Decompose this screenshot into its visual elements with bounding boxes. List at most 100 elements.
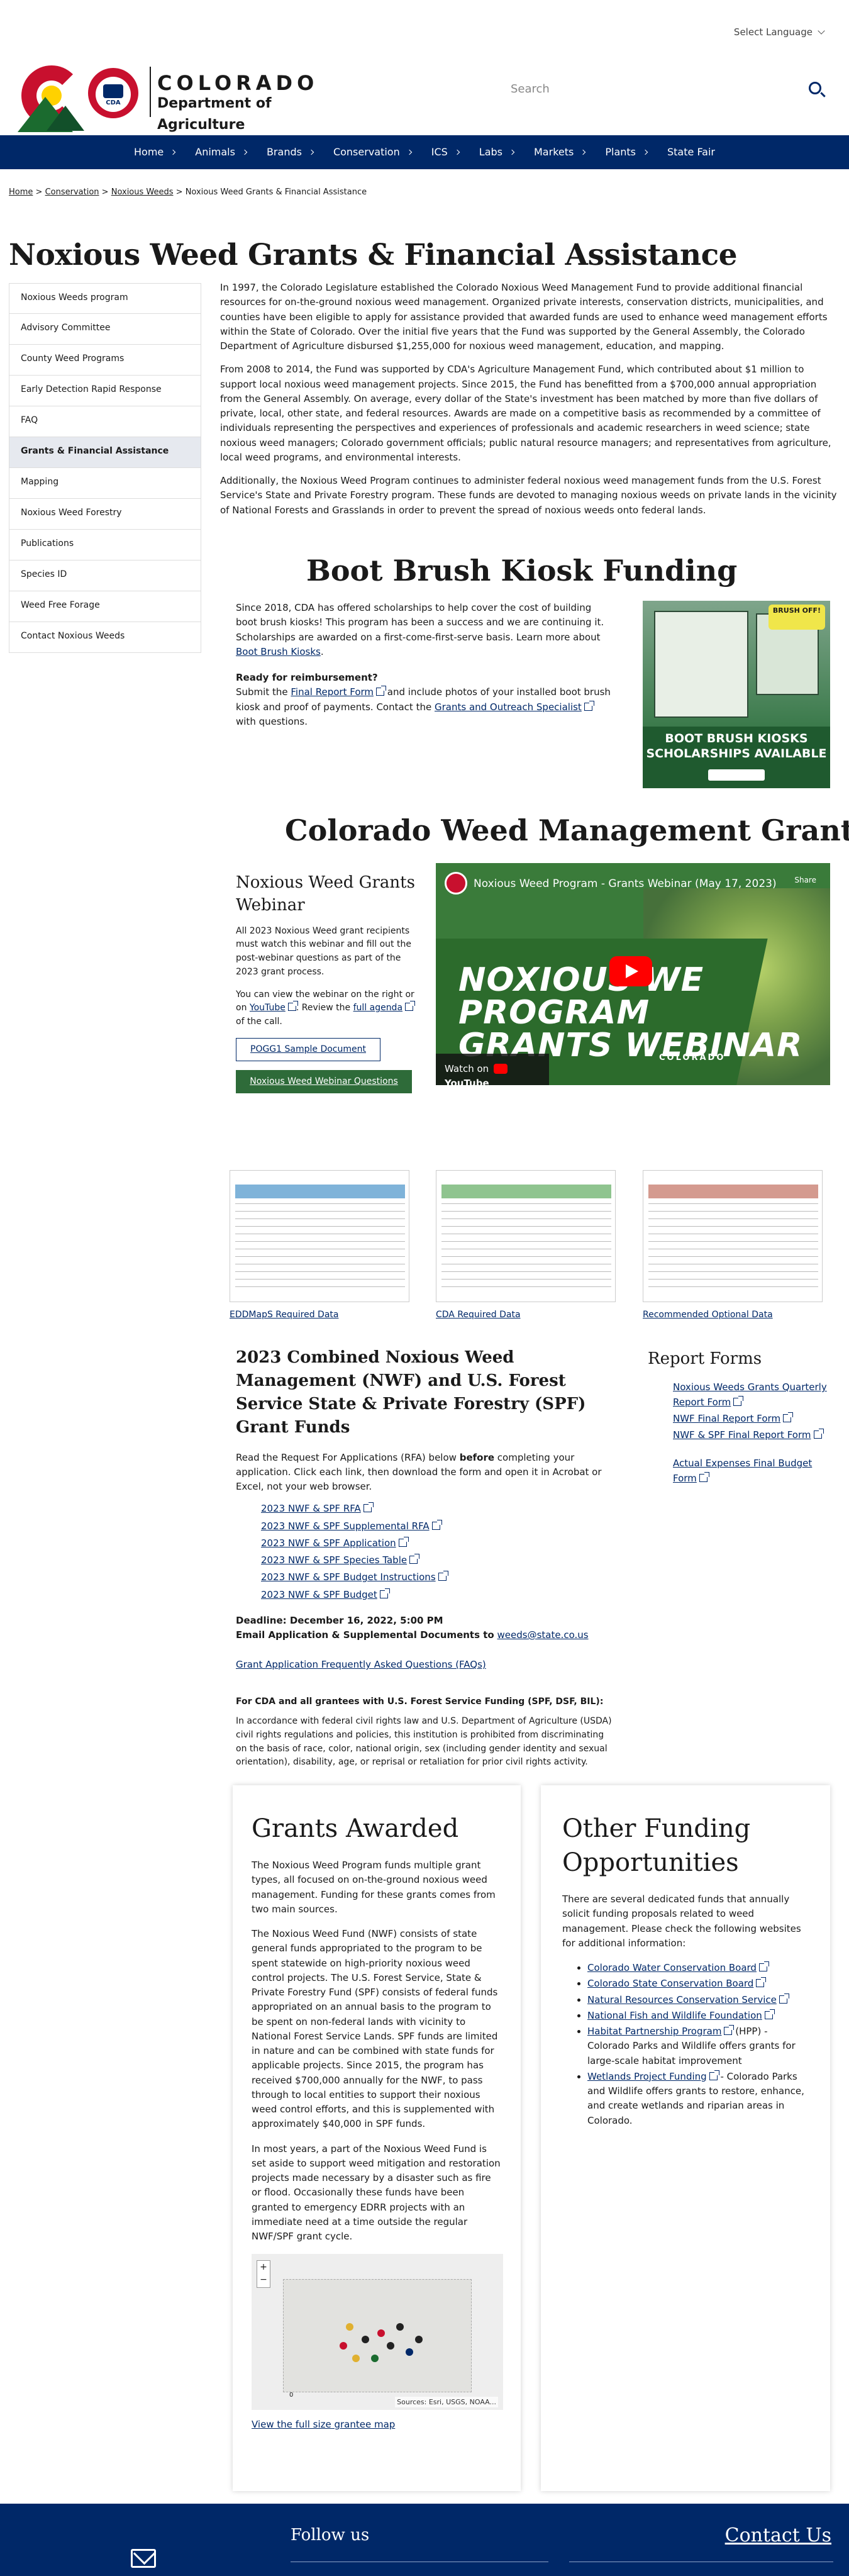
breadcrumb-home[interactable]: Home xyxy=(9,187,33,197)
nav-item-markets[interactable]: Markets xyxy=(524,145,595,160)
nav-item-labs[interactable]: Labs xyxy=(469,145,524,160)
site-footer: Follow us Contact Us xyxy=(0,2504,849,2576)
breadcrumb-conservation[interactable]: Conservation xyxy=(45,187,99,197)
chevron-right-icon xyxy=(170,149,176,155)
share-button[interactable]: Share xyxy=(794,874,816,886)
rfa-document-link[interactable]: 2023 NWF & SPF Species Table xyxy=(261,1554,420,1566)
contact-us-link[interactable]: Contact Us xyxy=(725,2521,831,2551)
grantee-map[interactable]: + − Sources: Esri, USGS, NOAA... 0 xyxy=(252,2254,503,2411)
external-link-icon xyxy=(379,1588,390,1598)
sidebar-item-noxious-weed-forestry[interactable]: Noxious Weed Forestry xyxy=(9,499,201,530)
rfa-document-link[interactable]: 2023 NWF & SPF Application xyxy=(261,1536,409,1549)
search-box[interactable]: Search xyxy=(497,74,830,106)
external-link-icon xyxy=(764,2009,775,2019)
video-title[interactable]: Noxious Weed Program - Grants Webinar (M… xyxy=(474,876,777,892)
intro-section: In 1997, the Colorado Legislature establ… xyxy=(220,282,837,516)
play-icon[interactable] xyxy=(609,956,652,986)
language-selector[interactable]: Select Language xyxy=(734,25,825,40)
sidebar-item-weed-free-forage[interactable]: Weed Free Forage xyxy=(9,591,201,622)
nav-item-state-fair[interactable]: State Fair xyxy=(657,145,725,160)
data-template-thumbnail[interactable] xyxy=(436,1170,616,1302)
external-link-icon xyxy=(813,1429,824,1439)
funding-source-link[interactable]: Colorado Water Conservation Board xyxy=(587,1961,769,1973)
external-link-icon xyxy=(584,700,594,711)
cwmg-heading: Colorado Weed Management Grants xyxy=(285,813,849,847)
rfa-document-link[interactable]: 2023 NWF & SPF Supplemental RFA xyxy=(261,1519,442,1532)
nav-item-plants[interactable]: Plants xyxy=(595,145,657,160)
funding-source-link[interactable]: Wetlands Project Funding xyxy=(587,2070,719,2082)
breadcrumb: Home > Conservation > Noxious Weeds > No… xyxy=(9,187,367,197)
list-item: Noxious Weeds Grants Quarterly Report Fo… xyxy=(673,1380,836,1410)
map-attribution: Sources: Esri, USGS, NOAA... xyxy=(395,2397,498,2408)
sidebar-item-publications[interactable]: Publications xyxy=(9,530,201,560)
chevron-right-icon xyxy=(642,149,648,155)
nav-item-brands[interactable]: Brands xyxy=(257,145,323,160)
rfa-document-link[interactable]: 2023 NWF & SPF Budget xyxy=(261,1588,390,1600)
report-form-link[interactable]: NWF Final Report Form xyxy=(673,1412,794,1424)
sidebar-item-species-id[interactable]: Species ID xyxy=(9,560,201,591)
report-form-link[interactable]: NWF & SPF Final Report Form xyxy=(673,1429,824,1441)
webinar-questions-button[interactable]: Noxious Weed Webinar Questions xyxy=(236,1070,412,1094)
sidebar-item-county-weed-programs[interactable]: County Weed Programs xyxy=(9,345,201,376)
pogg1-sample-button[interactable]: POGG1 Sample Document xyxy=(236,1037,380,1062)
nav-item-conservation[interactable]: Conservation xyxy=(323,145,421,160)
boot-brush-kiosks-link[interactable]: Boot Brush Kiosks xyxy=(236,646,321,657)
nav-item-home[interactable]: Home xyxy=(124,145,185,160)
list-item: NWF & SPF Final Report Form xyxy=(673,1428,836,1442)
data-template-link[interactable]: EDDMapS Required Data xyxy=(230,1308,338,1322)
webinar-title: Noxious Weed Grants Webinar xyxy=(236,873,415,915)
external-link-icon xyxy=(398,1536,409,1547)
cda-logo[interactable]: CDA COLORADO Department of Agriculture xyxy=(18,62,345,133)
data-template-thumbnail[interactable] xyxy=(643,1170,823,1302)
external-link-icon xyxy=(756,1977,767,1988)
funding-source-link[interactable]: Natural Resources Conservation Service xyxy=(587,1993,789,2005)
rfa-document-link[interactable]: 2023 NWF & SPF Budget Instructions xyxy=(261,1571,448,1583)
list-item: Habitat Partnership Program (HPP) - Colo… xyxy=(587,2024,809,2068)
sidebar-item-mapping[interactable]: Mapping xyxy=(9,468,201,499)
grants-specialist-link[interactable]: Grants and Outreach Specialist xyxy=(435,700,594,713)
sidebar-item-noxious-weeds-program[interactable]: Noxious Weeds program xyxy=(9,283,201,314)
funding-source-link[interactable]: Habitat Partnership Program xyxy=(587,2025,735,2037)
sidebar-item-advisory-committee[interactable]: Advisory Committee xyxy=(9,314,201,345)
nav-item-ics[interactable]: ICS xyxy=(421,145,469,160)
email-link[interactable]: weeds@state.co.us xyxy=(497,1629,589,1641)
chevron-right-icon xyxy=(509,149,515,155)
full-map-link[interactable]: View the full size grantee map xyxy=(252,2419,395,2430)
data-template-link[interactable]: Recommended Optional Data xyxy=(643,1308,773,1322)
funding-source-link[interactable]: National Fish and Wildlife Foundation xyxy=(587,2009,775,2021)
sidebar-menu: Noxious Weeds program Advisory Committee C… xyxy=(9,283,201,653)
sidebar-item-grants-financial-assistance[interactable]: Grants & Financial Assistance xyxy=(9,437,201,468)
data-template-link[interactable]: CDA Required Data xyxy=(436,1308,521,1322)
external-link-icon xyxy=(405,1001,416,1012)
youtube-link[interactable]: YouTube xyxy=(250,1001,298,1013)
list-item: 2023 NWF & SPF Budget xyxy=(261,1588,613,1602)
webinar-video[interactable]: Noxious Weed Program - Grants Webinar (M… xyxy=(436,863,830,1085)
external-link-icon xyxy=(733,1395,744,1406)
mail-icon[interactable] xyxy=(131,2549,156,2568)
map-zoom-control[interactable]: + − xyxy=(257,2260,270,2289)
page-title: Noxious Weed Grants & Financial Assistan… xyxy=(9,238,738,272)
list-item: Natural Resources Conservation Service xyxy=(587,1993,809,2007)
report-form-link[interactable]: Noxious Weeds Grants Quarterly Report Fo… xyxy=(673,1381,827,1407)
watch-on-youtube-button[interactable]: Watch on YouTube xyxy=(436,1054,549,1085)
data-template-thumbnail[interactable] xyxy=(230,1170,409,1302)
breadcrumb-noxious-weeds[interactable]: Noxious Weeds xyxy=(111,187,174,197)
sidebar-item-faq[interactable]: FAQ xyxy=(9,406,201,437)
other-funding-heading: Other Funding Opportunities xyxy=(562,1814,751,1877)
external-link-icon xyxy=(431,1519,442,1530)
search-input[interactable]: Search xyxy=(511,81,550,98)
final-report-form-link[interactable]: Final Report Form xyxy=(291,686,387,698)
search-icon[interactable] xyxy=(809,82,821,94)
sidebar-item-early-detection-rapid-response[interactable]: Early Detection Rapid Response xyxy=(9,376,201,406)
funding-source-link[interactable]: Colorado State Conservation Board xyxy=(587,1977,767,1989)
sidebar-item-contact-noxious-weeds[interactable]: Contact Noxious Weeds xyxy=(9,622,201,653)
rfa-document-link[interactable]: 2023 NWF & SPF RFA xyxy=(261,1502,374,1514)
nav-item-animals[interactable]: Animals xyxy=(185,145,257,160)
report-form-link[interactable]: Actual Expenses Final Budget Form xyxy=(673,1458,812,1483)
full-agenda-link[interactable]: full agenda xyxy=(353,1001,416,1013)
chevron-down-icon xyxy=(818,27,825,35)
grants-awarded-heading: Grants Awarded xyxy=(252,1814,459,1843)
grant-faq-link[interactable]: Grant Application Frequently Asked Quest… xyxy=(236,1659,486,1670)
cda-logo-small xyxy=(708,769,765,781)
rfa-links: 2023 NWF & SPF RFA 2023 NWF & SPF Supplem… xyxy=(261,1502,613,1602)
